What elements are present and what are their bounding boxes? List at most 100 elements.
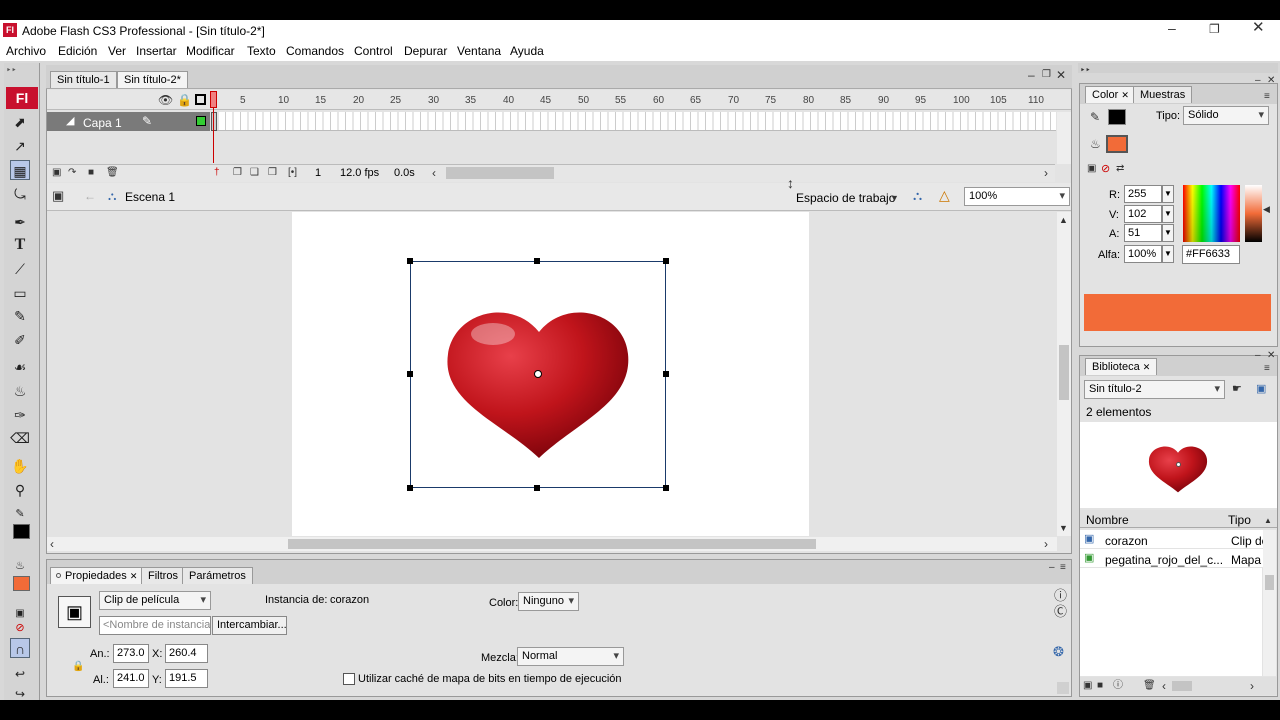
menu-archivo[interactable]: Archivo: [6, 44, 46, 58]
free-transform-tool-icon[interactable]: ▦: [10, 160, 30, 180]
doc-restore-icon[interactable]: ❐: [1042, 68, 1051, 82]
heart-instance[interactable]: [410, 261, 666, 488]
insert-layer-icon[interactable]: ▣: [52, 166, 61, 180]
layer-name[interactable]: Capa 1: [83, 116, 122, 130]
library-scroll-left-icon[interactable]: ‹: [1162, 679, 1166, 693]
selection-tool-icon[interactable]: ⬈: [10, 112, 30, 132]
modify-markers-icon[interactable]: [•]: [288, 166, 297, 180]
library-menu-icon[interactable]: ≡: [1264, 362, 1270, 376]
tab-close-icon[interactable]: ✕: [1143, 362, 1151, 372]
straighten-icon[interactable]: ↪: [10, 684, 30, 704]
workspace-menu[interactable]: Espacio de trabajo: [796, 191, 895, 205]
stage-scroll-up-icon[interactable]: ▲: [1059, 213, 1068, 227]
hand-tool-icon[interactable]: ✋: [10, 456, 30, 476]
menu-edicion[interactable]: Edición: [58, 44, 97, 58]
timeline-scroll-left-icon[interactable]: ‹: [432, 166, 436, 180]
height-input[interactable]: 241.0: [113, 669, 149, 688]
properties-minimize-icon[interactable]: –: [1049, 561, 1055, 575]
doc-minimize-icon[interactable]: –: [1028, 68, 1035, 82]
new-symbol-icon[interactable]: ▣: [1083, 679, 1092, 693]
back-arrow-icon[interactable]: ←: [84, 189, 96, 203]
color-panel-close-icon[interactable]: ✕: [1267, 74, 1275, 88]
properties-icon[interactable]: ⓘ: [1113, 679, 1123, 693]
fill-color-swatch[interactable]: [13, 576, 30, 591]
transform-handle[interactable]: [407, 485, 413, 491]
menu-depurar[interactable]: Depurar: [404, 44, 447, 58]
snap-magnet-icon[interactable]: ∩: [10, 638, 30, 658]
alpha-stepper[interactable]: ▼: [1162, 245, 1174, 263]
green-stepper[interactable]: ▼: [1162, 205, 1174, 223]
black-white-icon[interactable]: ▣: [1087, 162, 1096, 176]
playhead-marker[interactable]: [210, 91, 217, 108]
help-icon[interactable]: ⓘ: [1054, 589, 1067, 603]
constrain-lock-icon[interactable]: 🔒: [72, 660, 84, 674]
tab-filtros[interactable]: Filtros: [141, 567, 185, 584]
timeline-scroll-right-icon[interactable]: ›: [1044, 166, 1048, 180]
blend-select[interactable]: Normal: [517, 647, 624, 666]
library-minimize-icon[interactable]: –: [1255, 349, 1261, 363]
color-panel-minimize-icon[interactable]: –: [1255, 74, 1261, 88]
onion-skin-icon[interactable]: ❐: [233, 166, 242, 180]
tab-propiedades[interactable]: Propiedades ✕: [50, 567, 145, 584]
blue-stepper[interactable]: ▼: [1162, 224, 1174, 242]
minimize-icon[interactable]: –: [1168, 21, 1176, 35]
width-input[interactable]: 273.0: [113, 644, 149, 663]
green-input[interactable]: 102: [1124, 205, 1162, 223]
x-input[interactable]: 260.4: [165, 644, 208, 663]
column-name[interactable]: Nombre: [1086, 513, 1129, 527]
library-scroll-right-icon[interactable]: ›: [1250, 679, 1254, 693]
zoom-tool-icon[interactable]: ⚲: [10, 480, 30, 500]
library-hscroll-thumb[interactable]: [1172, 681, 1192, 691]
smooth-icon[interactable]: ↩: [10, 664, 30, 684]
menu-comandos[interactable]: Comandos: [286, 44, 344, 58]
line-tool-icon[interactable]: ⟋: [10, 259, 30, 279]
tab-color[interactable]: Color ✕: [1085, 86, 1136, 103]
accessibility-icon[interactable]: ❂: [1053, 645, 1064, 659]
cache-checkbox[interactable]: [343, 673, 355, 685]
frame-rate[interactable]: 12.0 fps: [340, 167, 379, 179]
menu-ventana[interactable]: Ventana: [457, 44, 501, 58]
center-frame-icon[interactable]: †: [214, 166, 220, 180]
library-doc-select[interactable]: Sin título-2: [1084, 380, 1225, 399]
tab-close-icon[interactable]: ✕: [130, 571, 138, 581]
tools-panel-grip[interactable]: ‣‣: [6, 65, 17, 76]
layer-outline-color-box[interactable]: [196, 116, 206, 126]
library-vscroll[interactable]: [1263, 530, 1276, 676]
text-tool-icon[interactable]: T: [10, 235, 30, 255]
stroke-swatch[interactable]: [1108, 109, 1126, 125]
sort-icon[interactable]: ▲: [1264, 514, 1272, 528]
eyedropper-tool-icon[interactable]: ✑: [10, 405, 30, 425]
library-vscroll-thumb[interactable]: [1265, 575, 1274, 590]
tab-biblioteca[interactable]: Biblioteca ✕: [1085, 358, 1158, 375]
add-motion-guide-icon[interactable]: ↷: [68, 166, 76, 180]
library-close-icon[interactable]: ✕: [1267, 349, 1275, 363]
delete-item-icon[interactable]: 🗑: [1143, 679, 1156, 693]
delete-layer-icon[interactable]: 🗑: [106, 166, 119, 180]
right-dock-grip[interactable]: [1078, 63, 1278, 73]
swap-button[interactable]: Intercambiar...: [212, 616, 287, 635]
color-effect-select[interactable]: Ninguno: [518, 592, 579, 611]
brightness-slider[interactable]: [1245, 185, 1262, 242]
paint-bucket-tool-icon[interactable]: ♨: [10, 381, 30, 401]
red-stepper[interactable]: ▼: [1162, 185, 1174, 203]
tab-parametros[interactable]: Parámetros: [182, 567, 253, 584]
stage-vscroll-thumb[interactable]: [1059, 345, 1069, 400]
timeline-vscroll[interactable]: [1057, 112, 1071, 164]
pen-tool-icon[interactable]: ✒: [10, 212, 30, 232]
keyframe-marker[interactable]: [211, 112, 217, 131]
brush-tool-icon[interactable]: ✐: [10, 330, 30, 350]
brightness-arrow-icon[interactable]: ◀: [1263, 202, 1270, 216]
frame-grid[interactable]: [211, 112, 1056, 131]
scene-name[interactable]: Escena 1: [125, 190, 175, 204]
menu-control[interactable]: Control: [354, 44, 393, 58]
onion-outlines-icon[interactable]: ❑: [250, 166, 259, 180]
edit-multiple-frames-icon[interactable]: ❒: [268, 166, 277, 180]
instance-name-input[interactable]: <Nombre de instancia>: [99, 616, 211, 635]
timeline-toggle-icon[interactable]: ▣: [52, 189, 64, 203]
zoom-select[interactable]: 100%: [964, 187, 1070, 206]
column-type[interactable]: Tipo: [1228, 513, 1251, 527]
transform-handle[interactable]: [407, 371, 413, 377]
edit-scene-icon[interactable]: ⛬: [913, 189, 922, 203]
properties-menu-icon[interactable]: ≡: [1060, 561, 1066, 575]
lasso-tool-icon[interactable]: ⤿: [10, 184, 30, 204]
